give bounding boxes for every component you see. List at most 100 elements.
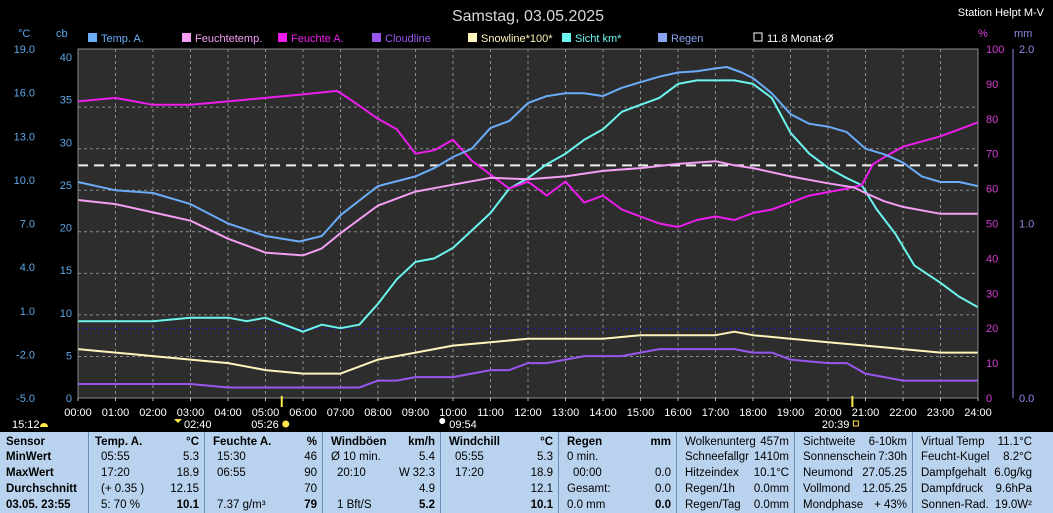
legend-item: Snowline*100* bbox=[468, 33, 553, 45]
x-tick-label: 13:00 bbox=[552, 407, 580, 419]
chill-min-time: 05:55 bbox=[455, 451, 484, 463]
y-tick-label-pct: 80 bbox=[986, 114, 998, 126]
info-column-2: Sichtweite 6-10km Sonnenschein 7:30h Neumo… bbox=[794, 432, 913, 513]
moon-rise-icon bbox=[439, 418, 446, 424]
info2-value: 6-10km bbox=[868, 436, 907, 448]
info3-value: 11.1°C bbox=[997, 436, 1032, 448]
x-tick-label: 03:00 bbox=[177, 407, 205, 419]
x-tick-label: 00:00 bbox=[64, 407, 92, 419]
temp-unit: °C bbox=[186, 436, 199, 448]
wind-column: Windböen km/h Ø 10 min. 5.4 20:10 W 32.3 4.9… bbox=[322, 432, 441, 513]
x-tick-label: 14:00 bbox=[589, 407, 617, 419]
y-tick-label-cb: 40 bbox=[60, 52, 72, 64]
hum-header: Feuchte A. bbox=[213, 436, 272, 448]
info1-key: Regen/Tag bbox=[685, 499, 741, 511]
chill-max-value: 18.9 bbox=[530, 467, 553, 479]
info2-key: Vollmond bbox=[803, 483, 851, 495]
x-tick-label: 12:00 bbox=[514, 407, 542, 419]
rain-unit: mm bbox=[650, 436, 671, 448]
info3-value: 9.6hPa bbox=[995, 483, 1032, 495]
y-tick-label-cb: 5 bbox=[66, 350, 72, 362]
info1-value: 1410m bbox=[753, 451, 789, 463]
temp-avg-value: 12.15 bbox=[170, 483, 199, 495]
chart-title: Samstag, 03.05.2025 bbox=[452, 8, 604, 25]
temp-column: Temp. A. °C 05:55 5.3 17:20 18.9 (+ 0.35 ) 1… bbox=[88, 432, 205, 513]
y-tick-label-cb: 20 bbox=[60, 223, 72, 235]
x-tick-label: 01:00 bbox=[102, 407, 130, 419]
y-tick-label-c: 4.0 bbox=[20, 262, 35, 274]
wind-header: Windböen bbox=[331, 436, 387, 448]
humidity-column: Feuchte A.% 15:30 46 06:55 90 70 7.37 g/m³… bbox=[204, 432, 323, 513]
chill-unit: °C bbox=[540, 436, 553, 448]
wind-avg-value: 5.4 bbox=[419, 451, 435, 463]
hum-current-note: 7.37 g/m³ bbox=[217, 499, 266, 511]
info2-value: 27.05.25 bbox=[862, 467, 907, 479]
y-tick-label-cb: 25 bbox=[60, 180, 72, 192]
temp-current-value: 10.1 bbox=[176, 499, 199, 511]
info3-value: 19.0W² bbox=[994, 499, 1032, 511]
y-tick-label-c: 7.0 bbox=[20, 219, 35, 231]
hum-unit: % bbox=[306, 436, 317, 448]
y-tick-label-pct: 50 bbox=[986, 219, 998, 231]
hum-max-time: 06:55 bbox=[217, 467, 246, 479]
legend-swatch bbox=[88, 33, 97, 42]
rain-current-note: 0.0 mm bbox=[567, 499, 606, 511]
legend-label: Snowline*100* bbox=[481, 33, 553, 45]
y-tick-label-pct: 60 bbox=[986, 184, 998, 196]
windchill-column: Windchill °C 05:55 5.3 17:20 18.9 12.1 10.1 bbox=[440, 432, 559, 513]
y-tick-label-cb: 35 bbox=[60, 95, 72, 107]
info2-key: Sonnenschein bbox=[803, 451, 876, 463]
y-tick-label-pct: 20 bbox=[986, 323, 998, 335]
legend-label: Cloudline bbox=[385, 33, 431, 45]
x-tick-label: 15:00 bbox=[627, 407, 655, 419]
rain-max-time: 00:00 bbox=[573, 467, 602, 479]
moon-set-prev-time: 15:12 bbox=[12, 419, 40, 431]
legend-swatch bbox=[182, 33, 191, 42]
x-tick-label: 06:00 bbox=[289, 407, 317, 419]
info-column-1: Wolkenunterg 457m Schneefallgr 1410m Hitze… bbox=[676, 432, 795, 513]
temp-header: Temp. A. bbox=[95, 436, 143, 448]
info3-key: Sonnen-Rad. bbox=[921, 499, 989, 511]
y-tick-label-pct: 30 bbox=[986, 288, 998, 300]
row-labels: Sensor MinWert MaxWert Durchschnitt 03.0… bbox=[0, 432, 88, 513]
legend-swatch bbox=[372, 33, 381, 42]
legend-swatch bbox=[562, 33, 571, 42]
x-tick-label: 18:00 bbox=[739, 407, 767, 419]
x-tick-label: 16:00 bbox=[664, 407, 692, 419]
wind-avg-period: Ø 10 min. bbox=[331, 451, 381, 463]
legend-label: 11.8 Monat-Ø bbox=[767, 33, 834, 45]
sunset-time: 20:39 bbox=[822, 419, 850, 431]
x-tick-label: 07:00 bbox=[327, 407, 355, 419]
x-tick-label: 11:00 bbox=[477, 407, 504, 419]
info-column-3: Virtual Temp 11.1°C Feucht-Kugel 8.2°C Dam… bbox=[912, 432, 1053, 513]
y-tick-label-c: 1.0 bbox=[20, 306, 35, 318]
unit-cb-label: cb bbox=[56, 28, 68, 40]
x-tick-label: 21:00 bbox=[852, 407, 880, 419]
y-tick-label-pct: 70 bbox=[986, 149, 998, 161]
label-max: MaxWert bbox=[6, 467, 54, 479]
wind-unit: km/h bbox=[408, 436, 435, 448]
info3-key: Virtual Temp bbox=[921, 436, 985, 448]
temp-trend: (+ 0.35 ) bbox=[101, 483, 145, 495]
wind-max-direction: W bbox=[399, 467, 410, 479]
legend-item: Feuchtetemp. bbox=[182, 33, 262, 45]
info2-value: + 43% bbox=[874, 499, 907, 511]
y-tick-label-mm: 1.0 bbox=[1019, 219, 1034, 231]
y-tick-label-cb: 30 bbox=[60, 137, 72, 149]
sun-icon bbox=[282, 420, 290, 428]
sunrise-time: 05:26 bbox=[251, 419, 279, 431]
y-tick-label-c: 10.0 bbox=[14, 175, 35, 187]
temp-min-time: 05:55 bbox=[101, 451, 130, 463]
info3-key: Dampfgehalt bbox=[921, 467, 987, 479]
hum-max-value: 90 bbox=[304, 467, 317, 479]
chill-current-value: 10.1 bbox=[530, 499, 553, 511]
x-tick-label: 08:00 bbox=[364, 407, 392, 419]
label-current: 03.05. 23:55 bbox=[6, 499, 71, 511]
chill-header: Windchill bbox=[449, 436, 501, 448]
rain-column: Regen mm 0 min. 00:00 0.0 Gesamt: 0.0 0.0 m… bbox=[558, 432, 677, 513]
y-tick-label-c: 16.0 bbox=[14, 88, 35, 100]
y-tick-label-c: -5.0 bbox=[16, 393, 35, 405]
wind-current-value: 5.2 bbox=[419, 499, 435, 511]
info2-value: 12.05.25 bbox=[862, 483, 907, 495]
rain-duration: 0 min. bbox=[567, 451, 599, 463]
